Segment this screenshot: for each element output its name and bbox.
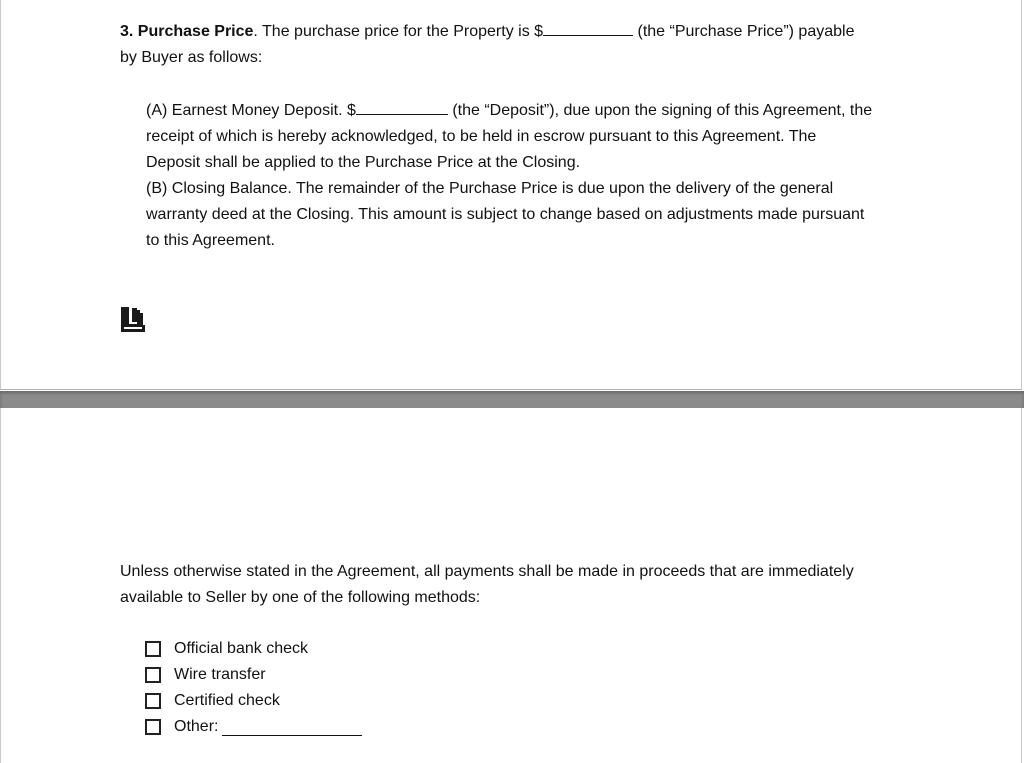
option-label: Other:	[174, 718, 219, 735]
earnest-money-line-3: Deposit shall be applied to the Purchase…	[146, 154, 581, 171]
wire-transfer-checkbox[interactable]	[145, 667, 161, 683]
purchase-price-blank[interactable]	[543, 20, 634, 36]
closing-balance-line-2: warranty deed at the Closing. This amoun…	[146, 206, 865, 223]
payment-methods-intro: Unless otherwise stated in the Agreement…	[120, 559, 854, 611]
option-certified-check: Certified check	[145, 688, 362, 714]
closing-balance-line-1: (B) Closing Balance. The remainder of th…	[146, 180, 834, 197]
deposit-amount-blank[interactable]	[355, 99, 448, 115]
certified-check-checkbox[interactable]	[145, 693, 161, 709]
earnest-money-text: (the “Deposit”), due upon the signing of…	[447, 102, 873, 119]
option-label: Certified check	[174, 692, 280, 709]
purchase-price-intro-cont: (the “Purchase Price”) payable	[633, 23, 855, 40]
earnest-money-line-2: receipt of which is hereby acknowledged,…	[146, 128, 817, 145]
option-label: Wire transfer	[174, 666, 266, 683]
option-wire-transfer: Wire transfer	[145, 662, 362, 688]
option-label: Official bank check	[174, 640, 308, 657]
purchase-price-line-1: 3. Purchase Price. The purchase price fo…	[120, 19, 854, 45]
option-official-bank-check: Official bank check	[145, 636, 362, 662]
other-checkbox[interactable]	[145, 719, 161, 735]
purchase-price-section: 3. Purchase Price. The purchase price fo…	[120, 19, 854, 71]
payment-methods-line-1: Unless otherwise stated in the Agreement…	[120, 563, 854, 580]
purchase-price-intro: . The purchase price for the Property is…	[253, 23, 544, 40]
section-title: Purchase Price	[137, 23, 254, 40]
earnest-money-line-1: (A) Earnest Money Deposit. $ (the “Depos…	[146, 98, 872, 124]
purchase-price-line-2: by Buyer as follows:	[120, 49, 263, 66]
payment-methods-line-2: available to Seller by one of the follow…	[120, 589, 481, 606]
page-separator	[0, 391, 1024, 408]
earnest-money-label: (A) Earnest Money Deposit. $	[146, 102, 356, 119]
other-method-blank[interactable]	[222, 720, 363, 736]
closing-balance-line-3: to this Agreement.	[146, 232, 275, 249]
payment-method-options: Official bank check Wire transfer Certif…	[145, 636, 363, 740]
option-other: Other:	[145, 714, 363, 740]
official-bank-check-checkbox[interactable]	[145, 641, 161, 657]
document-logo-icon	[121, 307, 145, 332]
purchase-price-subsections: (A) Earnest Money Deposit. $ (the “Depos…	[146, 98, 872, 254]
section-number: 3.	[120, 23, 134, 40]
